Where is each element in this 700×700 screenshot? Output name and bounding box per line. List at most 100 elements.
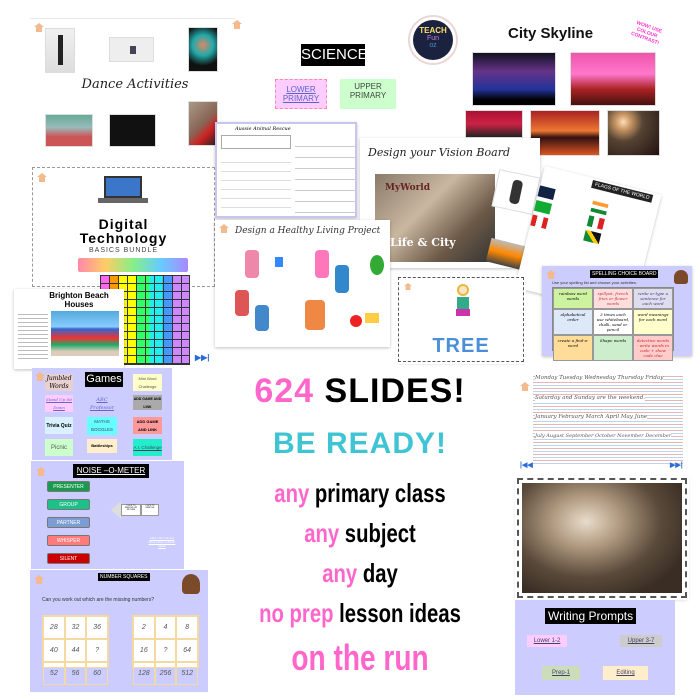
laptop-icon (98, 176, 148, 206)
home-icon[interactable] (35, 372, 45, 381)
stage-dance-photo (109, 114, 156, 147)
stand-up-sit-down-link[interactable]: Stand Up Sit Down (45, 395, 73, 412)
colour-contrast-note: WOW! USE COLOUR CONTRAST! (630, 19, 663, 47)
night-city-photo (472, 52, 556, 106)
ballet-photo (45, 28, 75, 73)
whisper-level-button[interactable]: WHISPER (47, 535, 90, 546)
digital-title-2: Technology (79, 230, 168, 246)
home-icon[interactable] (520, 382, 530, 391)
tree-yoga-slide[interactable]: TREE (398, 277, 524, 362)
silent-level-button[interactable]: SILENT (47, 553, 90, 564)
spelling-instruction: Use your spelling list and choose your a… (552, 280, 637, 285)
trivia-quiz-link[interactable]: Trivia Quiz (45, 417, 73, 434)
spelling-grid: rainbow word words spillpot, french frie… (552, 287, 674, 361)
writing-prompts-title: Writing Prompts (545, 608, 637, 624)
tagline-line-4: no prep lesson ideas (259, 598, 461, 628)
headline-slides: 624 SLIDES! (200, 372, 520, 411)
home-icon[interactable] (546, 270, 556, 279)
home-icon[interactable] (34, 575, 44, 584)
writing-prompts-slide[interactable]: Writing Prompts Lower 1-2 Upper 3-7 Prep… (515, 600, 675, 695)
partner-level-button[interactable]: PARTNER (47, 517, 90, 528)
tagline-line-1: any primary class (274, 478, 446, 508)
animal-rescue-title: Aussie Animal Rescue (235, 126, 291, 132)
pointer-arrow[interactable]: CLICK TO REMOVE OR RETURN CLICK TO REMOV… (111, 501, 161, 519)
abc-professor-link[interactable]: ABC Professor (87, 395, 117, 413)
picnic-link[interactable]: Picnic (45, 439, 73, 456)
home-icon[interactable] (36, 467, 46, 476)
orange-city-photo (530, 110, 600, 156)
yoga-girl-illustration (451, 284, 475, 334)
prep-1-link[interactable]: Prep-1 (542, 666, 580, 680)
next-slide-icon[interactable]: ▶▶| (195, 353, 210, 362)
group-dance-photo (45, 114, 93, 147)
be-ready-text: BE READY! (272, 427, 447, 460)
noise-ideas-link[interactable]: Click This Link For More Noise-o-Meter I… (147, 536, 177, 548)
home-icon[interactable] (219, 224, 229, 233)
jumbled-words-link[interactable]: Jumbled Words (45, 374, 73, 391)
add-game-link-1[interactable]: ADD GAME AND LINK (133, 395, 162, 410)
dance-activities-slide[interactable]: Dance Activities (30, 18, 235, 158)
editing-link[interactable]: Editing (603, 666, 648, 680)
brighton-title: Brighton Beach Houses (49, 291, 109, 309)
sun-city-photo (607, 110, 660, 156)
fire-dancer-photo (188, 27, 218, 72)
ai-challenge-link[interactable]: A.I. Challenge (133, 439, 162, 456)
healthy-title: Design a Healthy Living Project (235, 226, 381, 236)
mini-word-challenge-link[interactable]: Mini Word Challenge (133, 374, 162, 391)
owl-reading-icon (182, 574, 200, 594)
vision-board-title: Design your Vision Board (368, 146, 510, 159)
digital-subtitle: BASICS BUNDLE (88, 247, 159, 254)
pink-city-photo (570, 52, 656, 106)
number-squares-title: NUMBER SQUARES (98, 573, 150, 581)
home-icon[interactable] (232, 20, 242, 29)
tagline-line-3: any day (322, 558, 398, 588)
noise-o-meter-slide[interactable]: NOISE –O-METER PRESENTER GROUP PARTNER W… (30, 460, 185, 570)
teach-fun-oz-logo: TEACH Fun OZ (408, 15, 458, 65)
upper-3-7-link[interactable]: Upper 3-7 (620, 635, 662, 647)
on-the-run-text: on the run (291, 637, 429, 678)
number-question: Can you work out which are the missing n… (42, 597, 154, 603)
handwriting-slide[interactable]: Monday Tuesday Wednesday Thursday Friday… (515, 372, 688, 472)
number-squares-slide[interactable]: NUMBER SQUARES Can you work out which ar… (30, 570, 208, 692)
spelling-choice-board[interactable]: SPELLING CHOICE BOARD Use your spelling … (542, 266, 692, 361)
dog-writing-image[interactable] (517, 478, 687, 598)
science-title: SCIENCE (301, 44, 368, 66)
group-level-button[interactable]: GROUP (47, 499, 90, 510)
city-skyline-title: City Skyline (508, 25, 594, 42)
logo-oz: OZ (429, 43, 437, 49)
first-slide-icon[interactable]: |◀◀ (520, 461, 533, 469)
lower-primary-link[interactable]: LOWER PRIMARY (275, 79, 327, 109)
spelling-title: SPELLING CHOICE BOARD (590, 270, 659, 278)
games-title: Games (85, 372, 123, 387)
brighton-beach-slide[interactable]: Brighton Beach Houses (14, 289, 124, 369)
woman-photo (491, 169, 541, 215)
leaping-dancer-photo (109, 37, 154, 62)
brighton-notes (18, 311, 48, 359)
number-grid-a: 28 32 36 40 44? 52 56 60 (42, 615, 109, 685)
slides-word: SLIDES! (324, 372, 466, 410)
upper-primary-link[interactable]: UPPER PRIMARY (340, 79, 396, 109)
home-icon[interactable] (37, 173, 47, 182)
last-slide-icon[interactable]: ▶▶| (670, 461, 683, 469)
add-game-link-2[interactable]: ADD GAME AND LINK (133, 417, 162, 434)
home-icon[interactable] (404, 282, 412, 291)
tagline-line-2: any subject (304, 518, 416, 548)
logo-fun: Fun (426, 35, 440, 42)
number-grid-b: 248 16? 64 128 256 512 (132, 615, 199, 685)
digital-technology-slide[interactable]: Digital Technology BASICS BUNDLE (32, 167, 215, 287)
lower-1-2-link[interactable]: Lower 1-2 (527, 635, 567, 647)
noise-title: NOISE –O-METER (73, 464, 149, 478)
battleships-link[interactable]: Battleships (87, 439, 117, 453)
healthy-living-slide[interactable]: Design a Healthy Living Project (215, 220, 390, 347)
home-icon[interactable] (34, 23, 44, 32)
presenter-level-button[interactable]: PRESENTER (47, 481, 90, 492)
maths-boggles-link[interactable]: MATHS BOGGLES (87, 417, 117, 435)
keyboard-icon (78, 258, 188, 272)
tree-label: TREE (432, 335, 490, 357)
sunset-city-photo (465, 110, 523, 138)
flags-title: FLAGS OF THE WORLD (591, 180, 654, 203)
games-slide[interactable]: Games Jumbled Words Stand Up Sit Down Tr… (32, 368, 172, 468)
aussie-animal-rescue-slide[interactable]: Aussie Animal Rescue (215, 122, 357, 218)
beach-huts-photo (51, 311, 119, 356)
slide-count: 624 (254, 372, 315, 410)
